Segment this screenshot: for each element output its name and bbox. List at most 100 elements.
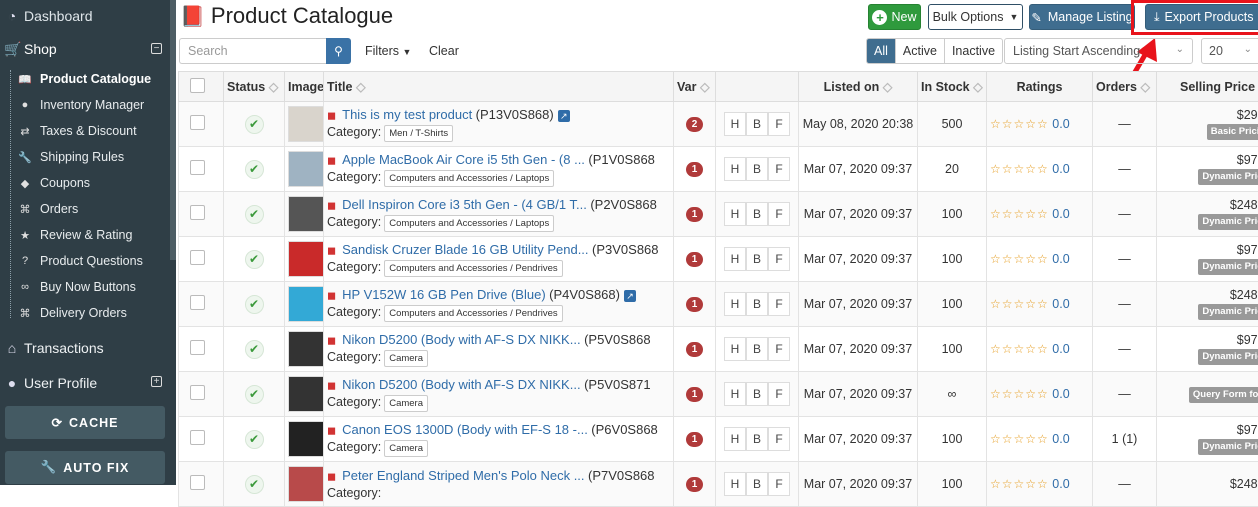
product-name-link[interactable]: Canon EOS 1300D (Body with EF-S 18 -... xyxy=(342,422,588,437)
product-name-link[interactable]: Nikon D5200 (Body with AF-S DX NIKK... xyxy=(342,377,580,392)
row-checkbox[interactable] xyxy=(190,430,205,445)
rating-value[interactable]: 0.0 xyxy=(1052,297,1069,311)
check-circle-icon[interactable]: ✔ xyxy=(245,475,264,494)
f-button[interactable]: F xyxy=(768,247,790,271)
row-checkbox[interactable] xyxy=(190,340,205,355)
sidebar-item-shipping-rules[interactable]: 🔧Shipping Rules xyxy=(10,144,176,170)
external-link-icon[interactable]: ↗ xyxy=(624,290,636,302)
h-button[interactable]: H xyxy=(724,247,746,271)
sidebar-item-product-catalogue[interactable]: 📖Product Catalogue xyxy=(10,66,176,92)
f-button[interactable]: F xyxy=(768,202,790,226)
product-thumbnail[interactable] xyxy=(288,241,324,277)
table-row[interactable]: ✔◼Nikon D5200 (Body with AF-S DX NIKK...… xyxy=(179,327,1258,372)
h-button[interactable]: H xyxy=(724,157,746,181)
sidebar-item-orders[interactable]: ⌘Orders xyxy=(10,196,176,222)
sort-select[interactable]: Listing Start Ascending ⌄ xyxy=(1004,38,1193,64)
product-name-link[interactable]: Sandisk Cruzer Blade 16 GB Utility Pend.… xyxy=(342,242,588,257)
product-thumbnail[interactable] xyxy=(288,286,324,322)
table-row[interactable]: ✔◼Peter England Striped Men's Polo Neck … xyxy=(179,462,1258,507)
row-checkbox[interactable] xyxy=(190,295,205,310)
variant-count-badge[interactable]: 2 xyxy=(686,117,703,132)
collapse-icon[interactable]: − xyxy=(151,43,162,54)
sidebar-item-buy-now-buttons[interactable]: ∞Buy Now Buttons xyxy=(10,274,176,300)
pricing-type-badge[interactable]: Dynamic Pricin xyxy=(1198,304,1258,320)
product-name-link[interactable]: Apple MacBook Air Core i5 5th Gen - (8 .… xyxy=(342,152,585,167)
b-button[interactable]: B xyxy=(746,427,768,451)
product-thumbnail[interactable] xyxy=(288,466,324,502)
star-rating-icon[interactable]: ☆☆☆☆☆ xyxy=(990,432,1049,446)
sidebar-item-user-profile[interactable]: ● User Profile + xyxy=(0,365,176,400)
expand-icon[interactable]: + xyxy=(151,376,162,387)
sidebar-item-shop[interactable]: 🛒 Shop − xyxy=(0,32,176,66)
row-checkbox[interactable] xyxy=(190,160,205,175)
category-tag[interactable]: Computers and Accessories / Laptops xyxy=(384,215,554,232)
variant-count-badge[interactable]: 1 xyxy=(686,207,703,222)
sidebar-item-dashboard[interactable]: ◔ Dashboard xyxy=(0,0,176,32)
product-thumbnail[interactable] xyxy=(288,376,324,412)
table-row[interactable]: ✔◼Sandisk Cruzer Blade 16 GB Utility Pen… xyxy=(179,237,1258,282)
product-thumbnail[interactable] xyxy=(288,421,324,457)
rating-value[interactable]: 0.0 xyxy=(1052,162,1069,176)
b-button[interactable]: B xyxy=(746,112,768,136)
check-circle-icon[interactable]: ✔ xyxy=(245,160,264,179)
sidebar-item-transactions[interactable]: ⌂ Transactions xyxy=(0,330,176,365)
column-header-in-stock[interactable]: In Stock ◇ xyxy=(918,72,987,102)
h-button[interactable]: H xyxy=(724,292,746,316)
row-checkbox[interactable] xyxy=(190,250,205,265)
table-row[interactable]: ✔◼Apple MacBook Air Core i5 5th Gen - (8… xyxy=(179,147,1258,192)
rating-value[interactable]: 0.0 xyxy=(1052,117,1069,131)
star-rating-icon[interactable]: ☆☆☆☆☆ xyxy=(990,252,1049,266)
star-rating-icon[interactable]: ☆☆☆☆☆ xyxy=(990,387,1049,401)
category-tag[interactable]: Computers and Accessories / Laptops xyxy=(384,170,554,187)
star-rating-icon[interactable]: ☆☆☆☆☆ xyxy=(990,342,1049,356)
category-tag[interactable]: Camera xyxy=(384,395,428,412)
variant-count-badge[interactable]: 1 xyxy=(686,162,703,177)
variant-count-badge[interactable]: 1 xyxy=(686,432,703,447)
row-checkbox[interactable] xyxy=(190,385,205,400)
column-header-var[interactable]: Var ◇ xyxy=(674,72,716,102)
star-rating-icon[interactable]: ☆☆☆☆☆ xyxy=(990,207,1049,221)
clear-link[interactable]: Clear xyxy=(429,44,459,58)
product-thumbnail[interactable] xyxy=(288,331,324,367)
rating-value[interactable]: 0.0 xyxy=(1052,432,1069,446)
check-circle-icon[interactable]: ✔ xyxy=(245,340,264,359)
manage-listing-button[interactable]: ✎ Manage Listing xyxy=(1029,4,1135,30)
rating-value[interactable]: 0.0 xyxy=(1052,342,1069,356)
h-button[interactable]: H xyxy=(724,382,746,406)
pricing-type-badge[interactable]: Dynamic Pricin xyxy=(1198,214,1258,230)
h-button[interactable]: H xyxy=(724,202,746,226)
product-name-link[interactable]: Dell Inspiron Core i3 5th Gen - (4 GB/1 … xyxy=(342,197,587,212)
search-input[interactable]: Search xyxy=(179,38,327,64)
product-thumbnail[interactable] xyxy=(288,196,324,232)
table-row[interactable]: ✔◼Nikon D5200 (Body with AF-S DX NIKK...… xyxy=(179,372,1258,417)
star-rating-icon[interactable]: ☆☆☆☆☆ xyxy=(990,117,1049,131)
row-checkbox[interactable] xyxy=(190,475,205,490)
table-row[interactable]: ✔◼Canon EOS 1300D (Body with EF-S 18 -..… xyxy=(179,417,1258,462)
f-button[interactable]: F xyxy=(768,157,790,181)
bulk-options-button[interactable]: Bulk Options ▼ xyxy=(928,4,1023,30)
product-thumbnail[interactable] xyxy=(288,151,324,187)
column-header-status[interactable]: Status ◇ xyxy=(224,72,285,102)
tab-active[interactable]: Active xyxy=(896,39,945,63)
f-button[interactable]: F xyxy=(768,337,790,361)
check-circle-icon[interactable]: ✔ xyxy=(245,295,264,314)
h-button[interactable]: H xyxy=(724,112,746,136)
product-name-link[interactable]: Peter England Striped Men's Polo Neck ..… xyxy=(342,468,584,483)
pricing-type-badge[interactable]: Basic Pricing xyxy=(1207,124,1258,140)
check-circle-icon[interactable]: ✔ xyxy=(245,250,264,269)
sidebar-item-product-questions[interactable]: ?Product Questions xyxy=(10,248,176,274)
column-header-orders[interactable]: Orders ◇ xyxy=(1093,72,1157,102)
pricing-type-badge[interactable]: Dynamic Pricin xyxy=(1198,169,1258,185)
f-button[interactable]: F xyxy=(768,427,790,451)
product-thumbnail[interactable] xyxy=(288,106,324,142)
tab-inactive[interactable]: Inactive xyxy=(945,39,1002,63)
star-rating-icon[interactable]: ☆☆☆☆☆ xyxy=(990,297,1049,311)
rating-value[interactable]: 0.0 xyxy=(1052,252,1069,266)
b-button[interactable]: B xyxy=(746,247,768,271)
check-circle-icon[interactable]: ✔ xyxy=(245,115,264,134)
sidebar-item-coupons[interactable]: ◆Coupons xyxy=(10,170,176,196)
b-button[interactable]: B xyxy=(746,382,768,406)
pricing-type-badge[interactable]: Dynamic Pricin xyxy=(1198,259,1258,275)
f-button[interactable]: F xyxy=(768,112,790,136)
new-button[interactable]: + New xyxy=(868,4,921,30)
